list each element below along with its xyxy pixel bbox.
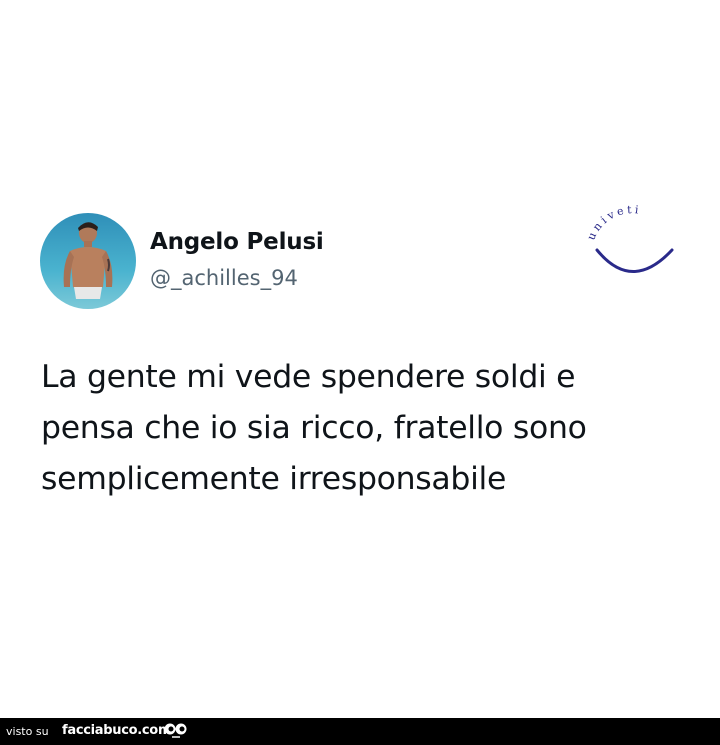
avatar[interactable]: [40, 213, 136, 309]
footer-site-link[interactable]: facciabuco.com: [62, 723, 172, 738]
avatar-image: [40, 213, 136, 309]
tweet-card: Angelo Pelusi @_achilles_94 univeti La g…: [0, 0, 720, 718]
tweet-text-line: semplicemente irresponsabile: [41, 461, 507, 497]
footer-bar: visto su facciabuco.com: [0, 718, 720, 745]
footer-label: visto su: [6, 725, 49, 738]
tweet-text-line: La gente mi vede spendere soldi e: [41, 359, 576, 395]
svg-text:univeti: univeti: [585, 205, 643, 242]
watermark-logo: univeti: [582, 203, 682, 285]
tweet-text-line: pensa che io sia ricco, fratello sono: [41, 410, 587, 446]
tweet-text: La gente mi vede spendere soldi e pensa …: [41, 352, 691, 505]
eyes-icon: [163, 722, 189, 740]
author-handle[interactable]: @_achilles_94: [150, 266, 298, 290]
author-name[interactable]: Angelo Pelusi: [150, 229, 324, 255]
